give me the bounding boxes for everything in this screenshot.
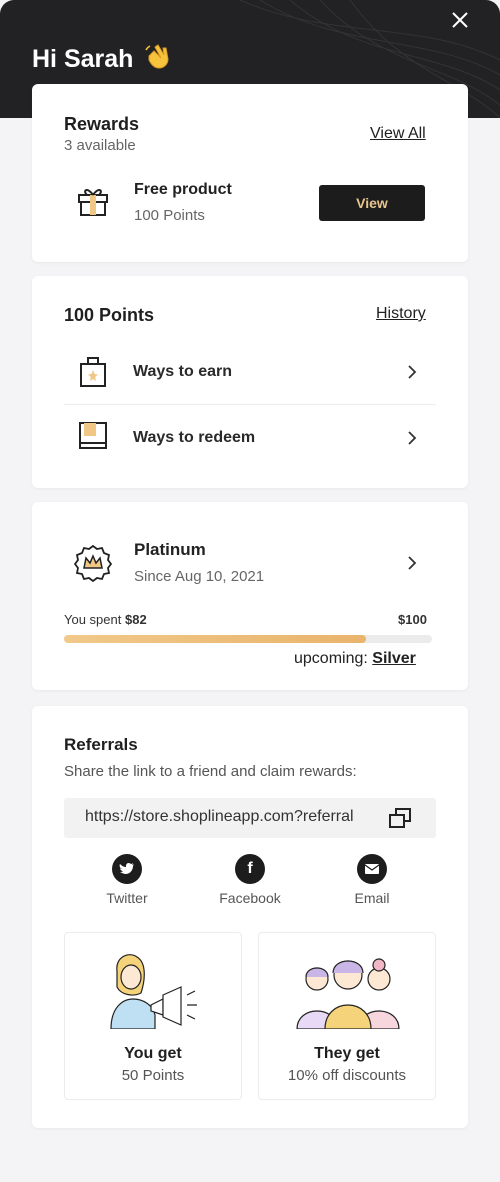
greeting-text: Hi Sarah <box>32 45 134 73</box>
chevron-right-icon <box>408 431 417 445</box>
ways-to-earn-label: Ways to earn <box>133 363 232 380</box>
megaphone-woman-illustration <box>110 954 197 1029</box>
they-get-title: They get <box>314 1045 380 1062</box>
history-link[interactable]: History <box>376 305 426 323</box>
email-label: Email <box>354 890 390 906</box>
chevron-right-icon <box>408 556 417 570</box>
upcoming-label: upcoming: <box>294 650 368 667</box>
redeem-book-icon <box>78 421 108 456</box>
chevron-right-icon <box>408 365 417 379</box>
spent-target: $100 <box>398 612 427 627</box>
referral-url: https://store.shoplineapp.com?referral <box>85 808 354 825</box>
twitter-label: Twitter <box>106 890 148 906</box>
tier-since: Since Aug 10, 2021 <box>134 568 265 585</box>
rewards-card: Rewards 3 available View All Free produc… <box>32 84 468 262</box>
tier-row[interactable]: Platinum Since Aug 10, 2021 <box>32 522 468 602</box>
they-get-value: 10% off discounts <box>287 1067 407 1084</box>
referral-url-field[interactable]: https://store.shoplineapp.com?referral <box>64 798 436 838</box>
progress-bar <box>64 635 432 643</box>
you-get-title: You get <box>124 1045 182 1062</box>
upcoming-tier-link[interactable]: Silver <box>372 650 416 667</box>
close-icon[interactable] <box>448 8 472 32</box>
share-twitter[interactable]: Twitter <box>77 854 177 906</box>
progress-fill <box>64 635 366 643</box>
referrals-title: Referrals <box>64 735 138 754</box>
view-all-link[interactable]: View All <box>370 125 426 143</box>
you-get-value: 50 Points <box>121 1067 185 1084</box>
rewards-title: Rewards <box>64 114 140 134</box>
earn-box-icon <box>78 356 108 393</box>
share-facebook[interactable]: f Facebook <box>200 854 300 906</box>
twitter-icon <box>112 854 142 884</box>
row-divider <box>64 404 436 405</box>
email-icon <box>357 854 387 884</box>
ways-to-redeem-label: Ways to redeem <box>133 429 256 446</box>
crown-badge-icon <box>73 544 113 587</box>
referrals-description: Share the link to a friend and claim rew… <box>64 763 357 780</box>
points-card: 100 Points History Ways to earn Ways to … <box>32 276 468 488</box>
tier-name: Platinum <box>134 540 206 559</box>
reward-points: 100 Points <box>134 207 205 224</box>
facebook-icon: f <box>235 854 265 884</box>
waving-hand-icon <box>143 42 171 77</box>
greeting: Hi Sarah <box>32 42 171 77</box>
referrals-card: Referrals Share the link to a friend and… <box>32 706 468 1128</box>
spent-text: You spent $82 <box>64 612 147 627</box>
you-get-tile: You get 50 Points <box>64 932 242 1100</box>
spent-value: $82 <box>124 612 147 627</box>
gift-icon <box>76 185 110 222</box>
ways-to-redeem-row[interactable]: Ways to redeem <box>32 406 468 468</box>
points-title: 100 Points <box>64 305 155 325</box>
reward-name: Free product <box>134 181 232 198</box>
they-get-tile: They get 10% off discounts <box>258 932 436 1100</box>
facebook-label: Facebook <box>219 890 281 906</box>
share-email[interactable]: Email <box>322 854 422 906</box>
copy-icon[interactable] <box>388 807 412 829</box>
ways-to-earn-row[interactable]: Ways to earn <box>32 342 468 404</box>
rewards-available: 3 available <box>64 137 136 154</box>
tier-card: Platinum Since Aug 10, 2021 You spent $8… <box>32 502 468 690</box>
upcoming-tier: upcoming: Silver <box>294 650 416 668</box>
friends-group-illustration <box>296 958 400 1029</box>
spent-label: You spent <box>64 612 122 627</box>
view-reward-button[interactable]: View <box>319 185 425 221</box>
